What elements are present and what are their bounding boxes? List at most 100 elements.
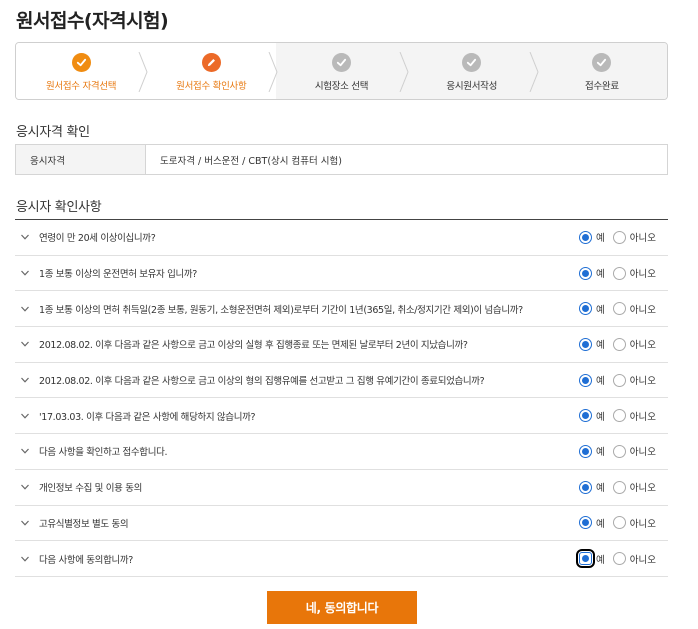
step-5: 접수완료 (536, 43, 667, 99)
no-radio[interactable] (612, 373, 626, 387)
no-radio[interactable] (612, 266, 626, 280)
chevron-down-icon[interactable] (20, 304, 30, 314)
confirm-row[interactable]: 다음 사항을 확인하고 접수합니다. 예 아니오 (15, 434, 668, 470)
step-label: 접수완료 (585, 81, 619, 92)
confirm-options: 예 아니오 (571, 549, 656, 569)
no-radio[interactable] (612, 230, 626, 244)
yes-radio[interactable] (579, 337, 593, 351)
yes-option[interactable]: 예 (579, 373, 605, 387)
no-option[interactable]: 아니오 (612, 266, 656, 281)
no-option[interactable]: 아니오 (612, 444, 656, 459)
confirm-row[interactable]: 연령이 만 20세 이상이십니까? 예 아니오 (15, 220, 668, 256)
check-icon (592, 53, 612, 72)
no-label: 아니오 (629, 304, 656, 316)
yes-label: 예 (596, 411, 605, 423)
confirm-options: 예 아니오 (571, 302, 656, 316)
yes-option[interactable]: 예 (579, 409, 605, 423)
no-option[interactable]: 아니오 (612, 409, 656, 423)
yes-option[interactable]: 예 (579, 302, 605, 316)
confirm-row[interactable]: 다음 사항에 동의합니까? 예 아니오 (15, 541, 668, 577)
step-progress: 원서접수 자격선택 원서접수 확인사항 시험장소 선택 응시원서작성 접수완료 (15, 42, 668, 100)
yes-option[interactable]: 예 (579, 230, 605, 244)
confirm-options: 예 아니오 (571, 409, 656, 423)
chevron-down-icon[interactable] (20, 268, 30, 278)
check-icon (332, 53, 351, 72)
no-radio[interactable] (612, 516, 626, 530)
no-label: 아니오 (629, 554, 656, 566)
yes-radio[interactable] (579, 266, 593, 280)
chevron-down-icon[interactable] (20, 411, 30, 421)
chevron-down-icon[interactable] (20, 375, 30, 385)
step-3: 시험장소 선택 (276, 43, 409, 99)
yes-option[interactable]: 예 (576, 549, 605, 569)
no-radio[interactable] (612, 444, 626, 458)
pencil-icon (201, 53, 221, 72)
yes-option[interactable]: 예 (579, 444, 605, 458)
confirm-row[interactable]: 고유식별정보 별도 동의 예 아니오 (15, 506, 668, 542)
no-option[interactable]: 아니오 (612, 230, 656, 245)
yes-option[interactable]: 예 (579, 337, 605, 351)
step-1: 원서접수 자격선택 (16, 43, 148, 99)
no-label: 아니오 (629, 340, 656, 352)
no-radio[interactable] (612, 552, 626, 566)
yes-radio[interactable] (579, 409, 593, 423)
yes-option[interactable]: 예 (579, 266, 605, 280)
confirm-row[interactable]: 2012.08.02. 이후 다음과 같은 사항으로 금고 이상의 실형 후 집… (15, 327, 668, 363)
confirm-options: 예 아니오 (571, 444, 656, 458)
yes-option[interactable]: 예 (579, 516, 605, 530)
confirm-row[interactable]: 개인정보 수집 및 이용 동의 예 아니오 (15, 470, 668, 506)
no-label: 아니오 (629, 518, 656, 530)
chevron-down-icon[interactable] (20, 339, 30, 349)
chevron-down-icon[interactable] (20, 518, 30, 528)
yes-radio[interactable] (579, 444, 593, 458)
yes-label: 예 (596, 340, 605, 352)
confirm-row[interactable]: 1종 보통 이상의 운전면허 보유자 입니까? 예 아니오 (15, 256, 668, 292)
confirm-options: 예 아니오 (571, 230, 656, 244)
no-option[interactable]: 아니오 (612, 552, 656, 566)
confirm-row[interactable]: '17.03.03. 이후 다음과 같은 사항에 해당하지 않습니까? 예 아니오 (15, 398, 668, 435)
yes-label: 예 (596, 483, 605, 495)
no-option[interactable]: 아니오 (612, 337, 656, 352)
no-radio[interactable] (612, 409, 626, 423)
no-label: 아니오 (629, 269, 656, 281)
confirm-list: 연령이 만 20세 이상이십니까? 예 아니오 1종 보통 이상의 운전면허 보유자 … (15, 219, 668, 577)
qualification-section-title: 응시자격 확인 (16, 125, 90, 140)
yes-radio[interactable] (579, 516, 593, 530)
no-option[interactable]: 아니오 (612, 516, 656, 530)
no-option[interactable]: 아니오 (612, 373, 656, 387)
yes-radio[interactable] (579, 373, 593, 387)
no-label: 아니오 (629, 233, 656, 245)
confirm-options: 예 아니오 (571, 480, 656, 494)
yes-option[interactable]: 예 (579, 480, 605, 494)
confirm-options: 예 아니오 (571, 337, 656, 351)
step-label: 원서접수 확인사항 (176, 81, 247, 92)
chevron-down-icon[interactable] (20, 446, 30, 456)
step-label: 원서접수 자격선택 (45, 81, 117, 92)
yes-label: 예 (596, 518, 605, 530)
confirm-options: 예 아니오 (571, 373, 656, 387)
no-radio[interactable] (612, 302, 626, 316)
check-icon (462, 53, 482, 72)
no-label: 아니오 (629, 447, 656, 459)
yes-radio[interactable] (579, 230, 593, 244)
yes-label: 예 (596, 304, 605, 316)
no-radio[interactable] (612, 337, 626, 351)
confirm-row[interactable]: 1종 보통 이상의 면허 취득일(2종 보통, 원동기, 소형운전면허 제외)로… (15, 291, 668, 328)
agree-button[interactable]: 네, 동의합니다 (267, 591, 417, 624)
no-option[interactable]: 아니오 (612, 302, 656, 316)
yes-label: 예 (596, 554, 605, 566)
yes-radio[interactable] (576, 549, 596, 569)
qualification-key: 응시자격 (16, 145, 146, 174)
confirm-options: 예 아니오 (571, 266, 656, 280)
no-option[interactable]: 아니오 (612, 480, 656, 494)
step-4: 응시원서작성 (406, 43, 539, 99)
confirm-section-title: 응시자 확인사항 (16, 200, 102, 215)
no-radio[interactable] (612, 480, 626, 494)
confirm-row[interactable]: 2012.08.02. 이후 다음과 같은 사항으로 금고 이상의 형의 집행유… (15, 363, 668, 399)
chevron-down-icon[interactable] (20, 232, 30, 242)
yes-radio[interactable] (579, 480, 593, 494)
chevron-down-icon[interactable] (20, 554, 30, 564)
yes-label: 예 (596, 269, 605, 281)
chevron-down-icon[interactable] (20, 482, 30, 492)
yes-radio[interactable] (579, 302, 593, 316)
